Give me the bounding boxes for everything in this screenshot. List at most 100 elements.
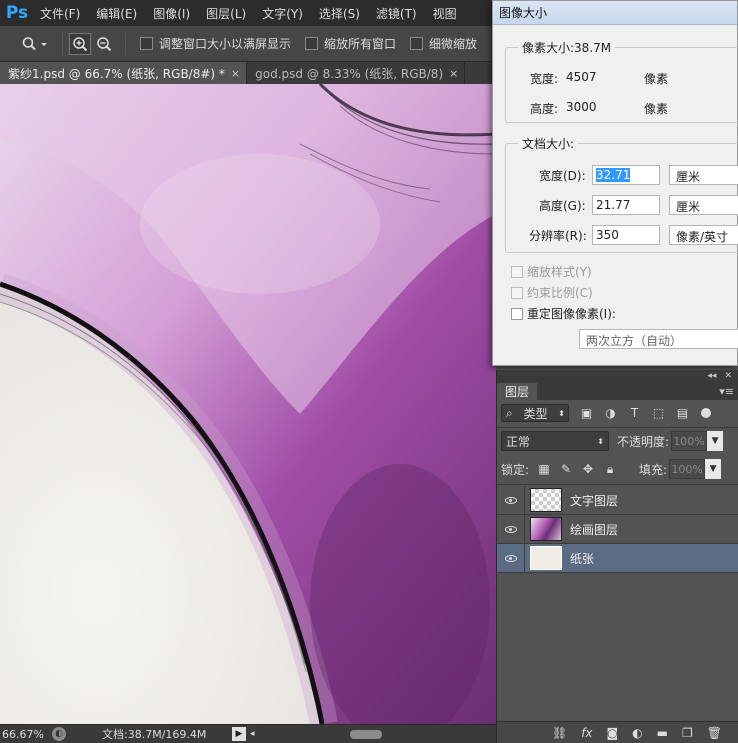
doc-width-unit-select[interactable]: 厘米 — [669, 165, 738, 185]
zoom-tool-preset[interactable] — [18, 33, 52, 55]
layer-row[interactable]: 绘画图层 — [497, 514, 738, 544]
smart-object-filter-icon[interactable]: ▤ — [676, 406, 689, 420]
zoom-all-checkbox[interactable]: 缩放所有窗口 — [305, 35, 396, 52]
new-layer-icon[interactable]: ❐ — [682, 726, 693, 740]
filter-kind-select[interactable]: ⌕ 类型 ⬍ — [501, 404, 569, 422]
canvas-artwork — [0, 84, 496, 724]
fill-field[interactable]: 100% — [669, 459, 706, 479]
zoom-out-button[interactable] — [93, 33, 115, 55]
blend-mode-select[interactable]: 正常 ⬍ — [501, 431, 609, 451]
visibility-toggle[interactable] — [497, 543, 525, 573]
resample-checkbox[interactable]: 重定图像像素(I): — [511, 305, 616, 322]
checkbox-box[interactable] — [305, 37, 319, 50]
menu-file[interactable]: 文件(F) — [32, 5, 88, 22]
visibility-toggle[interactable] — [497, 485, 525, 515]
adjustment-filter-icon[interactable]: ◑ — [604, 406, 617, 420]
resolution-input[interactable]: 350 — [592, 225, 660, 245]
opacity-field[interactable]: 100% — [671, 431, 708, 451]
doc-height-unit-select[interactable]: 厘米 — [669, 195, 738, 215]
lock-all-icon[interactable]: 🔒︎ — [603, 462, 617, 476]
panel-menu-icon[interactable]: ▾≡ — [719, 383, 738, 400]
lock-brush-icon[interactable]: ✎ — [559, 462, 573, 476]
layer-thumbnail — [530, 488, 562, 512]
layers-panel: ◂◂ ✕ 图层 ▾≡ ⌕ 类型 ⬍ ▣ ◑ T ⬚ ▤ 正常 ⬍ 不透明度: 1… — [496, 370, 738, 743]
collapse-panel-icon[interactable]: ◂◂ — [707, 371, 716, 381]
add-mask-icon[interactable]: ◙ — [607, 726, 619, 740]
image-size-dialog: 图像大小 像素大小:38.7M 宽度: 4507 像素 高度: 3000 像素 … — [492, 0, 738, 366]
adjustment-layer-icon[interactable]: ◐ — [632, 726, 642, 740]
checkbox-box[interactable] — [511, 265, 523, 278]
layer-name[interactable]: 纸张 — [570, 550, 594, 567]
zoom-in-button[interactable] — [69, 32, 91, 55]
layer-thumbnail — [530, 517, 562, 541]
layer-row[interactable]: 文字图层 — [497, 485, 738, 515]
photoshop-logo: Ps — [5, 3, 29, 23]
close-icon[interactable]: ✕ — [724, 371, 732, 381]
horizontal-scrollbar[interactable] — [260, 728, 494, 741]
zoom-level-field[interactable]: 66.67% — [0, 728, 46, 741]
menu-view[interactable]: 视图 — [425, 5, 465, 22]
tab-document-1[interactable]: 紫纱1.psd @ 66.7% (纸张, RGB/8#) * × — [0, 62, 248, 84]
scroll-left-icon[interactable]: ◂ — [250, 729, 258, 739]
zoom-all-label: 缩放所有窗口 — [324, 37, 397, 51]
tab-document-2[interactable]: god.psd @ 8.33% (纸张, RGB/8) × — [247, 62, 466, 84]
checkbox-box[interactable] — [140, 37, 153, 50]
checkbox-box[interactable] — [511, 307, 523, 320]
lock-move-icon[interactable]: ✥ — [581, 462, 595, 476]
menu-image[interactable]: 图像(I) — [145, 5, 198, 22]
resample-method-select[interactable]: 两次立方（自动） — [579, 329, 738, 349]
layer-list: 文字图层 绘画图层 纸张 — [497, 485, 738, 573]
scrubby-zoom-checkbox[interactable]: 细微缩放 — [410, 35, 477, 52]
layer-name[interactable]: 绘画图层 — [570, 521, 618, 538]
doc-height-input[interactable]: 21.77 — [592, 195, 660, 215]
zoom-in-icon — [73, 36, 88, 51]
layer-row[interactable]: 纸张 — [497, 543, 738, 573]
doc-width-value: 32.71 — [596, 168, 631, 182]
pixel-filter-icon[interactable]: ▣ — [580, 406, 593, 420]
new-group-icon[interactable]: ▬ — [657, 726, 668, 740]
pixel-dimensions-title: 像素大小:38.7M — [518, 39, 616, 56]
resample-label: 重定图像像素(I): — [527, 307, 616, 321]
scale-styles-label: 缩放样式(Y) — [527, 265, 592, 279]
doc-width-input[interactable]: 32.71 — [592, 165, 660, 185]
scrollbar-thumb[interactable] — [350, 729, 382, 739]
panel-tab-row: 图层 ▾≡ — [497, 382, 738, 400]
scrubby-zoom-label: 细微缩放 — [429, 37, 478, 51]
shape-filter-icon[interactable]: ⬚ — [652, 406, 665, 420]
menu-type[interactable]: 文字(Y) — [254, 5, 311, 22]
constrain-proportions-label: 约束比例(C) — [527, 286, 593, 300]
tab-layers[interactable]: 图层 — [497, 383, 538, 400]
checkbox-box[interactable] — [511, 286, 523, 299]
trash-icon[interactable]: 🗑︎ — [707, 726, 722, 740]
constrain-proportions-checkbox[interactable]: 约束比例(C) — [511, 284, 593, 301]
zoom-icon — [22, 36, 47, 50]
chevron-down-icon[interactable]: ▼ — [705, 459, 722, 479]
fx-icon[interactable]: fx — [581, 726, 592, 740]
close-icon[interactable]: × — [449, 67, 458, 80]
lock-transparent-icon[interactable]: ▦ — [537, 462, 551, 476]
menu-edit[interactable]: 编辑(E) — [88, 5, 145, 22]
layer-name[interactable]: 文字图层 — [570, 492, 618, 509]
fit-window-label: 调整窗口大小以满屏显示 — [159, 37, 292, 51]
document-canvas[interactable] — [0, 84, 496, 724]
chevron-down-icon[interactable]: ▼ — [707, 431, 724, 451]
options-separator — [62, 32, 63, 55]
status-menu-icon[interactable]: ◐ — [52, 727, 66, 741]
opacity-label: 不透明度: — [617, 434, 670, 449]
filter-search-icon: ⌕ — [506, 405, 513, 420]
scale-styles-checkbox[interactable]: 缩放样式(Y) — [511, 263, 592, 280]
status-expand-arrow-icon[interactable]: ▶ — [232, 727, 246, 741]
type-filter-icon[interactable]: T — [628, 406, 641, 420]
fit-window-checkbox[interactable]: 调整窗口大小以满屏显示 — [140, 35, 291, 52]
visibility-toggle[interactable] — [497, 514, 525, 544]
menu-layer[interactable]: 图层(L) — [198, 5, 254, 22]
link-layers-icon[interactable]: ⛓ — [552, 726, 567, 740]
lock-row: 锁定: ▦ ✎ ✥ 🔒︎ 填充: 100% ▼ — [501, 458, 734, 480]
menu-select[interactable]: 选择(S) — [311, 5, 368, 22]
checkbox-box[interactable] — [410, 37, 424, 50]
filter-toggle-icon[interactable] — [701, 408, 711, 418]
resolution-unit-select[interactable]: 像素/英寸 — [669, 225, 738, 245]
menu-filter[interactable]: 滤镜(T) — [368, 5, 425, 22]
tab-label: 紫纱1.psd @ 66.7% (纸张, RGB/8#) * — [8, 66, 225, 81]
close-icon[interactable]: × — [231, 67, 240, 80]
